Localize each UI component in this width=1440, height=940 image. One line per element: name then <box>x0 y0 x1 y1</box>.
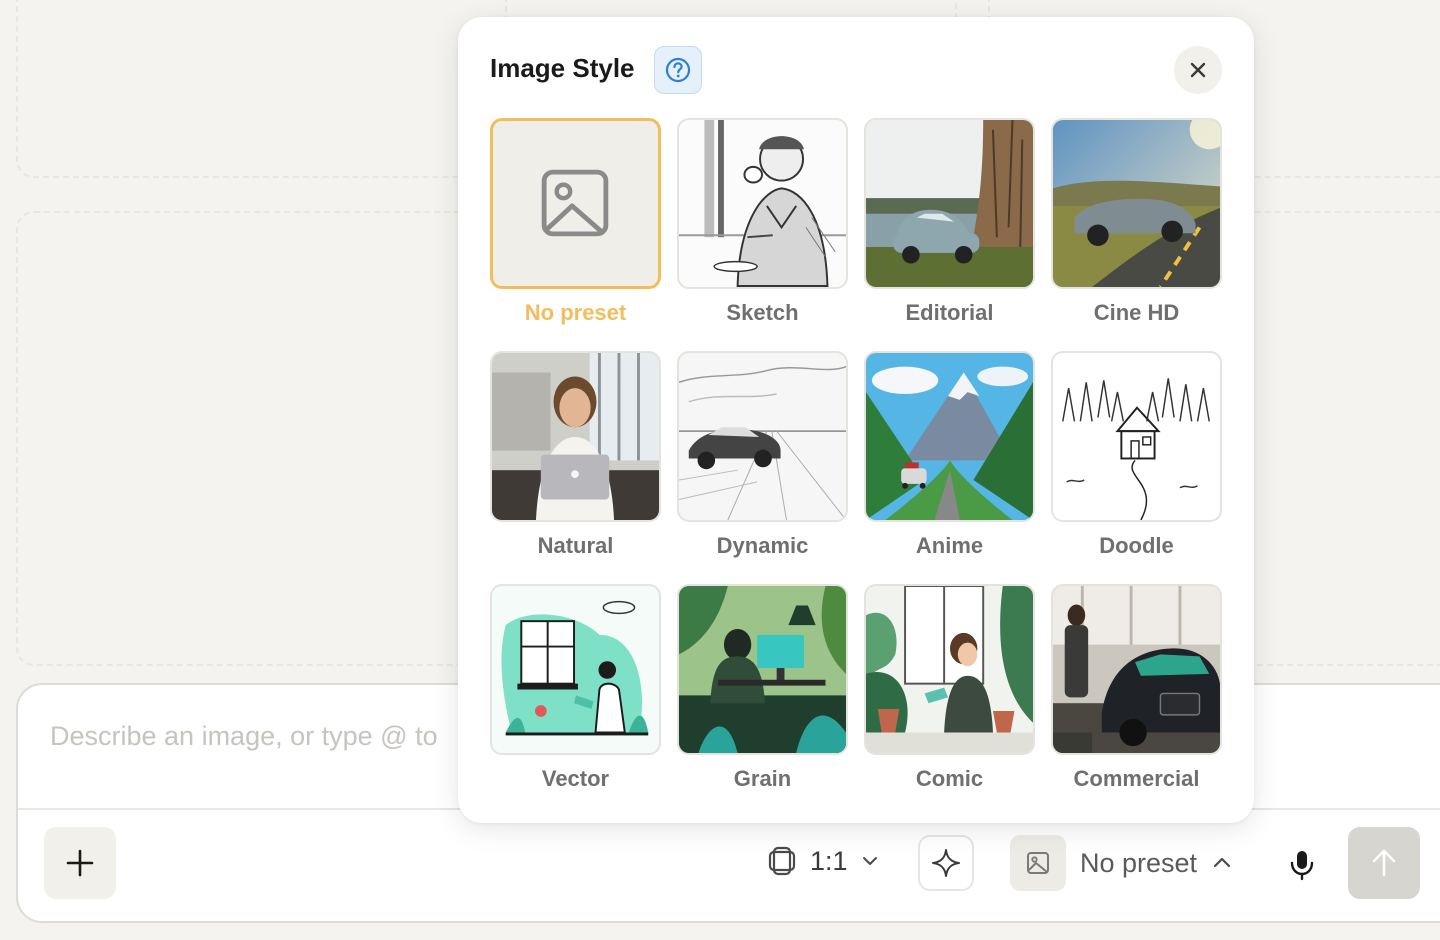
anime-preview-image <box>866 353 1033 520</box>
send-button[interactable] <box>1348 827 1420 899</box>
preset-anime[interactable]: Anime <box>864 351 1035 560</box>
preset-label: Cine HD <box>1093 300 1180 325</box>
preset-thumbnail <box>490 118 661 289</box>
chevron-down-icon <box>862 857 877 865</box>
preset-grid: No preset Sketch Editorial Cine HD Natur… <box>490 118 1222 793</box>
preset-label: Dynamic <box>716 533 809 558</box>
vector-preview-image <box>492 586 659 753</box>
preset-label: Sketch <box>726 300 799 325</box>
preset-thumbnail <box>677 351 848 522</box>
popup-title: Image Style <box>490 53 635 83</box>
add-button[interactable] <box>44 827 116 899</box>
preset-label: Vector <box>541 766 610 791</box>
preset-thumbnail <box>864 584 1035 755</box>
preset-label: Natural <box>537 533 614 558</box>
aspect-ratio-label: 1:1 <box>810 845 848 876</box>
preset-no-preset[interactable]: No preset <box>490 118 661 327</box>
close-icon <box>1190 62 1206 78</box>
preset-thumbnail <box>677 118 848 289</box>
preset-label: Commercial <box>1073 766 1200 791</box>
preset-vector[interactable]: Vector <box>490 584 661 793</box>
preset-thumbnail <box>677 584 848 755</box>
preset-comic[interactable]: Comic <box>864 584 1035 793</box>
preset-label: Doodle <box>1099 533 1174 558</box>
doodle-preview-image <box>1053 353 1220 520</box>
preset-thumbnail <box>490 351 661 522</box>
preset-label: Editorial <box>905 300 994 325</box>
preset-icon-box <box>1010 835 1066 891</box>
aspect-ratio-icon <box>768 846 796 876</box>
image-placeholder-icon <box>541 169 609 237</box>
preset-dynamic[interactable]: Dynamic <box>677 351 848 560</box>
preset-thumbnail <box>1051 118 1222 289</box>
dynamic-preview-image <box>679 353 846 520</box>
style-preset-selector[interactable]: No preset <box>1010 835 1233 891</box>
preset-thumbnail <box>490 584 661 755</box>
preset-thumbnail <box>1051 351 1222 522</box>
enhance-prompt-button[interactable] <box>918 835 974 891</box>
preset-thumbnail <box>864 118 1035 289</box>
preset-label: Grain <box>733 766 792 791</box>
close-button[interactable] <box>1174 46 1222 94</box>
preset-commercial[interactable]: Commercial <box>1051 584 1222 793</box>
chevron-up-icon <box>1213 857 1231 868</box>
aspect-ratio-selector[interactable]: 1:1 <box>766 845 880 877</box>
microphone-icon <box>1290 851 1314 881</box>
microphone-button[interactable] <box>1282 845 1322 885</box>
grain-preview-image <box>679 586 846 753</box>
cine-hd-preview-image <box>1053 120 1220 287</box>
preset-label: No preset <box>524 300 627 325</box>
preset-label: Comic <box>915 766 984 791</box>
sketch-preview-image <box>679 120 846 287</box>
preset-thumbnail <box>864 351 1035 522</box>
commercial-preview-image <box>1053 586 1220 753</box>
comic-preview-image <box>866 586 1033 753</box>
help-button[interactable] <box>654 46 702 94</box>
image-icon <box>1027 852 1049 874</box>
preset-cine-hd[interactable]: Cine HD <box>1051 118 1222 327</box>
natural-preview-image <box>492 353 659 520</box>
preset-doodle[interactable]: Doodle <box>1051 351 1222 560</box>
image-style-popup: Image Style No preset Sketch Editorial C… <box>458 17 1254 823</box>
arrow-up-icon <box>1372 849 1396 877</box>
question-circle-icon <box>665 57 691 83</box>
preset-editorial[interactable]: Editorial <box>864 118 1035 327</box>
sparkle-icon <box>932 849 960 877</box>
preset-sketch[interactable]: Sketch <box>677 118 848 327</box>
preset-natural[interactable]: Natural <box>490 351 661 560</box>
preset-label: Anime <box>915 533 984 558</box>
preset-thumbnail <box>1051 584 1222 755</box>
plus-icon <box>66 849 94 877</box>
preset-grain[interactable]: Grain <box>677 584 848 793</box>
preset-label: No preset <box>1080 847 1198 878</box>
editorial-preview-image <box>866 120 1033 287</box>
